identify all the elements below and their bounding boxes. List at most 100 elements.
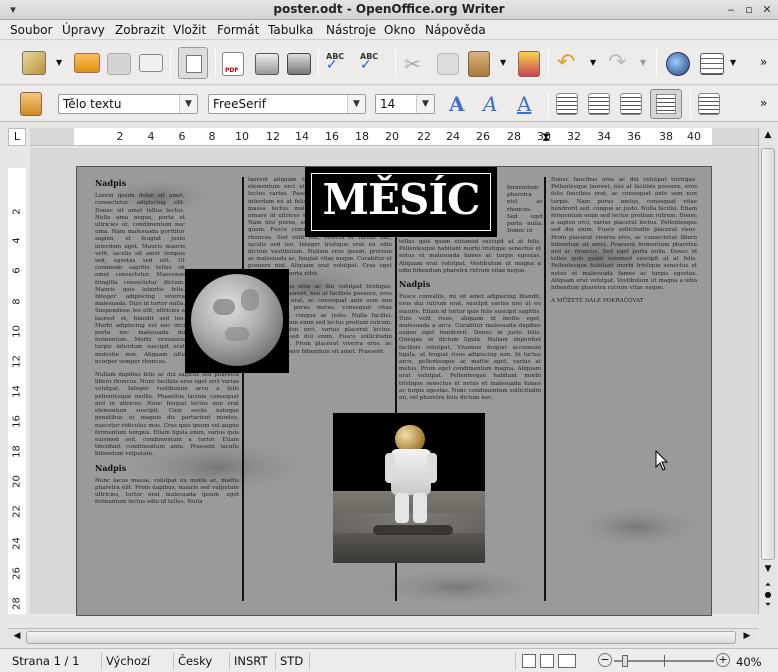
maximize-icon[interactable]: ▫ (742, 3, 756, 17)
zoom-slider-thumb[interactable] (622, 655, 628, 667)
menu-tabulka[interactable]: Tabulka (268, 23, 313, 37)
undo-dropdown-icon[interactable]: ▼ (590, 58, 596, 67)
indent-marker-icon[interactable]: ⧗ (542, 130, 550, 145)
navigator-icon[interactable]: ● (761, 590, 775, 600)
previous-page-icon[interactable]: ⏶ (761, 580, 775, 590)
next-page-icon[interactable]: ⏷ (761, 600, 775, 610)
zoom-percent[interactable]: 40% (736, 655, 762, 669)
numbering-icon[interactable] (698, 93, 720, 115)
copy-icon[interactable] (437, 53, 459, 75)
menu-format[interactable]: Formát (217, 23, 259, 37)
cut-icon[interactable]: ✂ (404, 52, 426, 76)
align-left-icon[interactable] (556, 93, 578, 115)
new-document-icon[interactable] (22, 51, 46, 75)
redo-dropdown-icon[interactable]: ▼ (640, 58, 646, 67)
edit-file-icon (186, 55, 202, 73)
print-icon[interactable] (255, 53, 279, 75)
autocheck-spelling-icon[interactable]: ABC ✓ (360, 52, 386, 76)
menu-zobrazit[interactable]: Zobrazit (115, 23, 165, 37)
edit-mode-button[interactable] (178, 47, 208, 79)
paragraph: Nunc lacus massa, volutpat eu mollis ac,… (95, 477, 239, 506)
multi-page-view-icon[interactable] (540, 654, 554, 668)
italic-icon[interactable]: A (483, 92, 507, 116)
underline-icon[interactable]: A (517, 92, 541, 116)
scroll-thumb[interactable] (26, 631, 736, 644)
ruler-tick: 18 (355, 130, 369, 143)
language-indicator[interactable]: Česky (174, 652, 230, 670)
page-indicator[interactable]: Strana 1 / 1 (8, 652, 102, 670)
bold-icon[interactable]: A (449, 92, 473, 116)
tab-stop-selector[interactable]: L (8, 128, 26, 146)
spellcheck-icon[interactable]: ABC ✓ (326, 52, 352, 76)
redo-icon[interactable]: ↷ (608, 52, 634, 75)
scroll-right-icon[interactable]: ▶ (740, 631, 754, 645)
minimize-icon[interactable]: ‒ (724, 3, 738, 17)
hyperlink-icon[interactable] (666, 52, 690, 76)
poster-title: MĚSÍC (322, 175, 481, 224)
column-1[interactable]: Nadpis Lorem ipsum dolor sit amet, conse… (95, 177, 239, 601)
paragraph: Lorem ipsum dolor sit amet, consectetur … (95, 193, 185, 365)
toolbar-more-icon[interactable]: » (760, 55, 767, 69)
page-style[interactable]: Výchozí (102, 652, 174, 670)
astronaut-image[interactable] (333, 413, 485, 563)
open-folder-icon[interactable] (74, 53, 100, 73)
vertical-scrollbar[interactable]: ▲ ▼ ⏶ ● ⏷ (758, 128, 776, 614)
book-view-icon[interactable] (558, 654, 576, 668)
align-right-icon[interactable] (620, 93, 642, 115)
ruler-tick: 2 (116, 130, 124, 143)
heading: Nadpis (95, 462, 127, 473)
ruler-tick: 22 (417, 130, 431, 143)
justify-icon (656, 94, 676, 114)
ruler-tick: 8 (11, 298, 23, 305)
font-size-select[interactable]: 14 ▼ (375, 94, 435, 114)
styles-formatting-icon[interactable] (20, 92, 42, 116)
menu-soubor[interactable]: Soubor (10, 23, 52, 37)
close-icon[interactable]: ✕ (760, 3, 774, 17)
ruler-tick: 14 (11, 385, 23, 398)
export-pdf-icon[interactable]: PDF (222, 52, 244, 76)
paste-icon[interactable] (468, 51, 490, 77)
clone-formatting-icon[interactable] (518, 51, 540, 77)
scroll-thumb[interactable] (761, 148, 775, 560)
new-dropdown-icon[interactable]: ▼ (56, 58, 62, 67)
print-preview-icon[interactable] (287, 53, 311, 75)
scroll-down-icon[interactable]: ▼ (761, 564, 775, 578)
ruler-tick: 28 (11, 597, 23, 610)
chevron-down-icon: ▼ (179, 95, 197, 113)
paste-dropdown-icon[interactable]: ▼ (500, 58, 506, 67)
ruler-tick: 20 (11, 475, 23, 488)
toolbar-more-icon[interactable]: » (760, 96, 767, 110)
paragraph: Fusce convallis, mi sit amet adipiscing … (399, 294, 541, 402)
menu-okno[interactable]: Okno (384, 23, 415, 37)
horizontal-ruler[interactable]: 2 4 6 8 10 12 14 16 18 20 22 24 26 28 30… (30, 128, 758, 146)
font-name-select[interactable]: FreeSerif ▼ (208, 94, 366, 114)
column-4[interactable]: Donec faucibus eros ac dui volutpat tris… (551, 177, 697, 601)
scroll-left-icon[interactable]: ◀ (10, 631, 24, 645)
document-page[interactable]: Nadpis Lorem ipsum dolor sit amet, conse… (76, 166, 712, 616)
zoom-in-icon[interactable]: + (716, 653, 730, 667)
title-frame[interactable]: MĚSÍC (305, 167, 497, 237)
ruler-tick: 38 (659, 130, 673, 143)
horizontal-scrollbar[interactable]: ◀ ▶ (8, 628, 758, 646)
menu-upravy[interactable]: Úpravy (62, 23, 105, 37)
zoom-out-icon[interactable]: − (598, 653, 612, 667)
menu-nastroje[interactable]: Nástroje (326, 23, 376, 37)
table-icon[interactable] (700, 53, 724, 75)
single-page-view-icon[interactable] (522, 654, 536, 668)
paragraph-style-select[interactable]: Tělo textu ▼ (58, 94, 198, 114)
save-icon[interactable] (107, 53, 131, 75)
justify-button[interactable] (650, 89, 682, 119)
vertical-ruler[interactable]: 2 4 6 8 10 12 14 16 18 20 22 24 26 28 (8, 168, 26, 614)
document-workspace[interactable]: Nadpis Lorem ipsum dolor sit amet, conse… (30, 148, 758, 616)
insert-mode[interactable]: INSRT (230, 652, 276, 670)
align-center-icon[interactable] (588, 93, 610, 115)
undo-icon[interactable]: ↶ (557, 52, 583, 75)
menu-napoveda[interactable]: Nápověda (425, 23, 486, 37)
moon-image[interactable] (185, 269, 289, 373)
scroll-up-icon[interactable]: ▲ (761, 130, 775, 144)
email-icon[interactable] (139, 54, 163, 72)
menu-vlozit[interactable]: Vložit (173, 23, 206, 37)
table-dropdown-icon[interactable]: ▼ (730, 58, 736, 67)
selection-mode[interactable]: STD (276, 652, 310, 670)
ruler-tick: 4 (11, 237, 23, 244)
